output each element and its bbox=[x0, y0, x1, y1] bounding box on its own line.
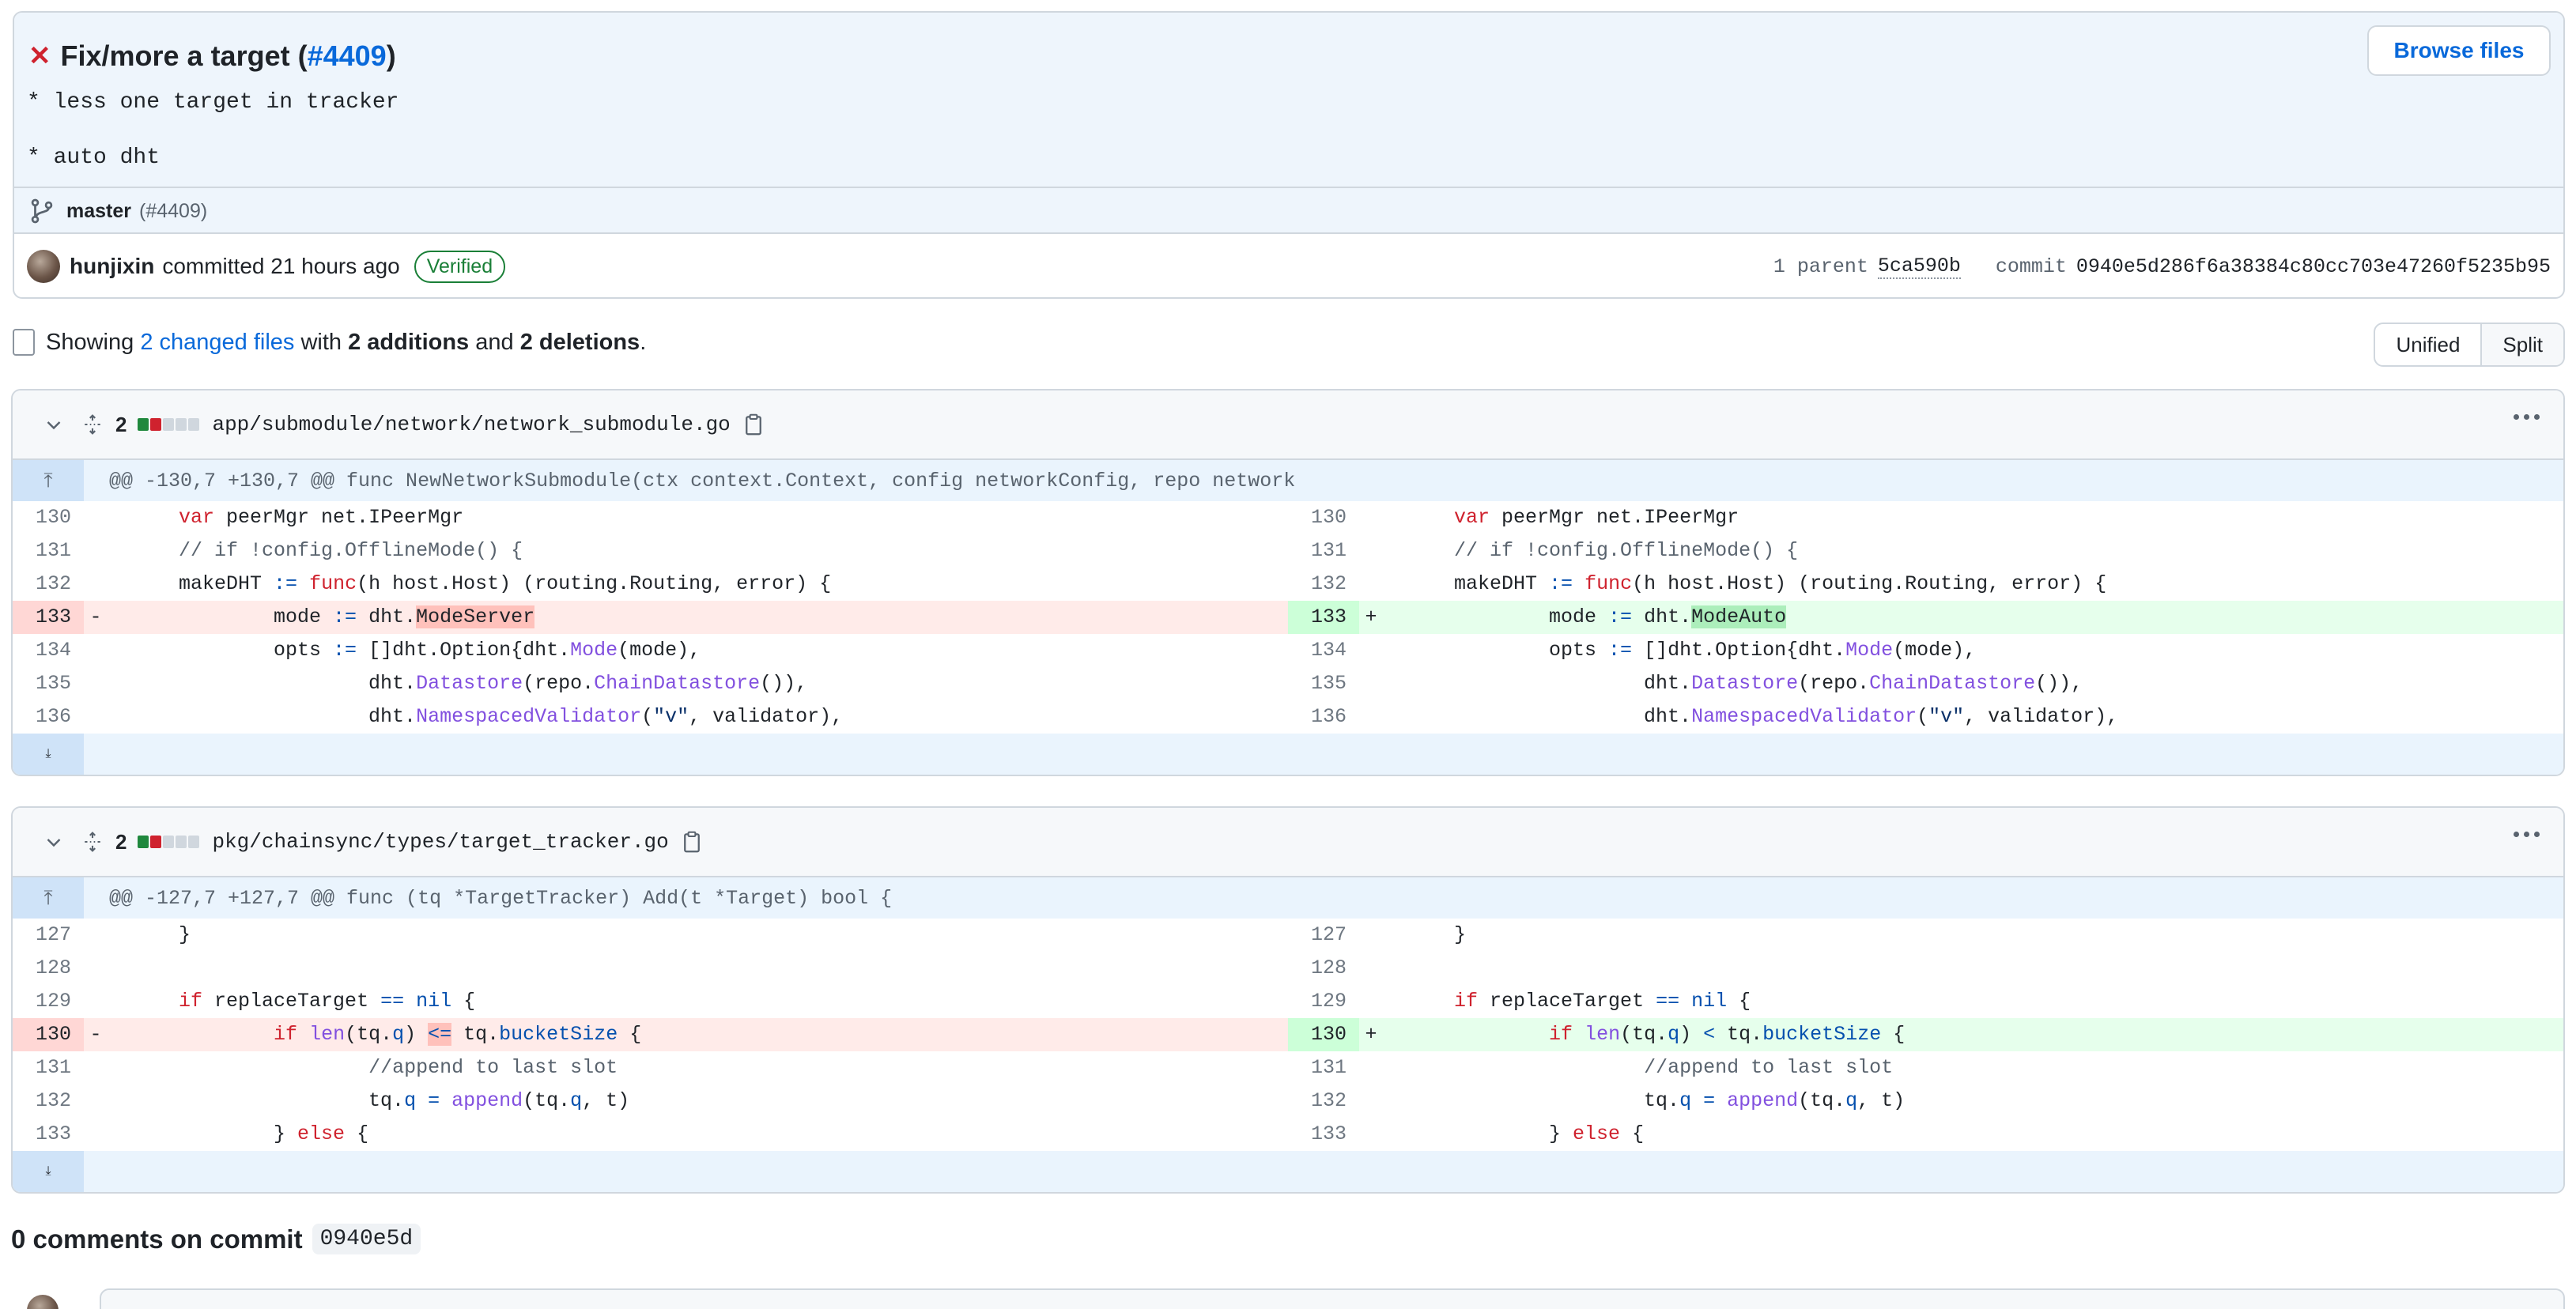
comments-title-text: 0 comments on commit bbox=[11, 1224, 303, 1254]
diff-row: 127 } 127 } bbox=[35, 923, 1467, 946]
expand-down-icon[interactable]: ⤓ bbox=[13, 734, 84, 775]
comment-editor[interactable] bbox=[100, 1288, 2565, 1309]
summary-and: and bbox=[475, 329, 514, 355]
diff-row: 132 tq.q = append(tq.q, t) 132 tq.q = ap… bbox=[35, 1089, 1906, 1112]
x-icon[interactable]: ✕ bbox=[28, 40, 51, 72]
commit-body-line: * auto dht bbox=[27, 145, 161, 170]
commit-sha: 0940e5d286f6a38384c80cc703e47260f5235b95 bbox=[2076, 255, 2551, 278]
summary-showing: Showing bbox=[46, 329, 134, 355]
expand-down-icon[interactable]: ⤓ bbox=[13, 1151, 84, 1192]
file-header: 2 pkg/chainsync/types/target_tracker.go bbox=[13, 808, 2563, 877]
file-diff: 2 pkg/chainsync/types/target_tracker.go … bbox=[11, 806, 2565, 1194]
commit-message-body: * less one target in tracker * auto dht bbox=[27, 85, 398, 175]
diff-row: 136 dht.NamespacedValidator("v", validat… bbox=[35, 705, 2119, 728]
kebab-menu-icon[interactable] bbox=[2514, 414, 2540, 420]
avatar[interactable] bbox=[27, 250, 60, 283]
diff-row: 135 dht.Datastore(repo.ChainDatastore())… bbox=[35, 672, 2083, 695]
branch-row: master (#4409) bbox=[14, 187, 2563, 234]
hunk-text: @@ -130,7 +130,7 @@ func NewNetworkSubmo… bbox=[109, 469, 1296, 492]
file-path[interactable]: pkg/chainsync/types/target_tracker.go bbox=[212, 830, 668, 854]
change-count: 2 bbox=[115, 829, 127, 854]
summary-period: . bbox=[640, 329, 647, 355]
diff-row: 129 if replaceTarget == nil { 129 if rep… bbox=[35, 990, 1751, 1013]
split-view-button[interactable]: Split bbox=[2480, 324, 2563, 365]
issue-link[interactable]: #4409 bbox=[308, 40, 387, 73]
expand-down-row: ⤓ bbox=[13, 734, 2563, 775]
parent-sha-link[interactable]: 5ca590b bbox=[1877, 255, 1961, 279]
kebab-menu-icon[interactable] bbox=[2514, 832, 2540, 837]
commit-body-line: * less one target in tracker bbox=[27, 90, 399, 115]
commit-header: ✕ Fix/more a target ( #4409 ) * less one… bbox=[13, 11, 2565, 299]
unfold-icon[interactable] bbox=[82, 413, 103, 436]
hunk-header: ⤒ @@ -127,7 +127,7 @@ func (tq *TargetTr… bbox=[13, 877, 2563, 919]
diff-summary: Showing 2 changed files with 2 additions… bbox=[13, 323, 646, 362]
summary-additions: 2 additions bbox=[348, 329, 470, 355]
committed-time: committed 21 hours ago bbox=[162, 254, 400, 278]
file-header: 2 app/submodule/network/network_submodul… bbox=[13, 390, 2563, 460]
diff-row: 134 opts := []dht.Option{dht.Mode(mode),… bbox=[35, 639, 1977, 662]
hunk-header: ⤒ @@ -130,7 +130,7 @@ func NewNetworkSub… bbox=[13, 460, 2563, 501]
commit-label: commit bbox=[1995, 255, 2067, 278]
diff-row-changed: 133- mode := dht.ModeServer 133 + mode :=… bbox=[13, 601, 2563, 634]
change-count: 2 bbox=[115, 412, 127, 436]
commit-meta: hunjixin committed 21 hours ago Verified… bbox=[14, 234, 2563, 297]
commit-title-prefix: Fix/more a target ( bbox=[60, 40, 308, 72]
copy-icon[interactable] bbox=[745, 413, 762, 436]
diff-row: 132 makeDHT := func(h host.Host) (routin… bbox=[35, 572, 2107, 595]
file-diff: 2 app/submodule/network/network_submodul… bbox=[11, 389, 2565, 776]
commit-summary-panel: ✕ Fix/more a target ( #4409 ) * less one… bbox=[14, 13, 2563, 234]
avatar bbox=[27, 1295, 59, 1309]
summary-deletions: 2 deletions bbox=[519, 329, 640, 355]
verified-badge[interactable]: Verified bbox=[414, 250, 506, 283]
changed-files-link[interactable]: 2 changed files bbox=[140, 330, 294, 356]
diff-row: 133 } else { 133 } else { bbox=[35, 1122, 1645, 1145]
expand-down-row: ⤓ bbox=[13, 1151, 2563, 1192]
file-diff-icon bbox=[13, 329, 35, 356]
hunk-text: @@ -127,7 +127,7 @@ func (tq *TargetTrac… bbox=[109, 886, 893, 910]
commit-title-suffix: ) bbox=[386, 40, 396, 72]
parent-label: 1 parent bbox=[1773, 255, 1868, 278]
diff-view-toggle: Unified Split bbox=[2374, 323, 2565, 367]
commit-shas: 1 parent 5ca590b commit 0940e5d286f6a383… bbox=[1773, 234, 2551, 297]
unfold-icon[interactable] bbox=[82, 830, 103, 854]
diffstat-bar bbox=[138, 836, 201, 848]
diff-row: 131 // if !config.OfflineMode() { 131 //… bbox=[35, 539, 1799, 562]
diffstat-bar bbox=[138, 418, 201, 431]
branch-name[interactable]: master bbox=[66, 200, 131, 223]
commit-title: ✕ Fix/more a target ( #4409 ) bbox=[28, 40, 396, 73]
diff-row: 131 //append to last slot 131 //append t… bbox=[35, 1056, 1894, 1079]
git-branch-icon bbox=[31, 198, 53, 224]
chevron-down-icon[interactable] bbox=[44, 832, 63, 851]
unified-view-button[interactable]: Unified bbox=[2375, 324, 2480, 365]
branch-pr-ref[interactable]: (#4409) bbox=[139, 200, 207, 223]
copy-icon[interactable] bbox=[683, 831, 701, 853]
comments-heading: 0 comments on commit 0940e5d bbox=[11, 1224, 421, 1254]
diff-row-changed: 130- if len(tq.q) <= tq.bucketSize { 130… bbox=[13, 1018, 2563, 1051]
expand-up-icon[interactable]: ⤒ bbox=[13, 877, 84, 919]
diff-row: 128 128 bbox=[35, 956, 1347, 979]
expand-up-icon[interactable]: ⤒ bbox=[13, 460, 84, 501]
summary-with: with bbox=[300, 329, 342, 355]
comments-commit-sha: 0940e5d bbox=[312, 1224, 421, 1254]
browse-files-button[interactable]: Browse files bbox=[2367, 25, 2551, 76]
chevron-down-icon[interactable] bbox=[44, 415, 63, 434]
diff-row: 130 var peerMgr net.IPeerMgr 130 var pee… bbox=[35, 506, 1739, 529]
file-path[interactable]: app/submodule/network/network_submodule.… bbox=[212, 413, 730, 436]
author-name[interactable]: hunjixin bbox=[70, 254, 154, 279]
